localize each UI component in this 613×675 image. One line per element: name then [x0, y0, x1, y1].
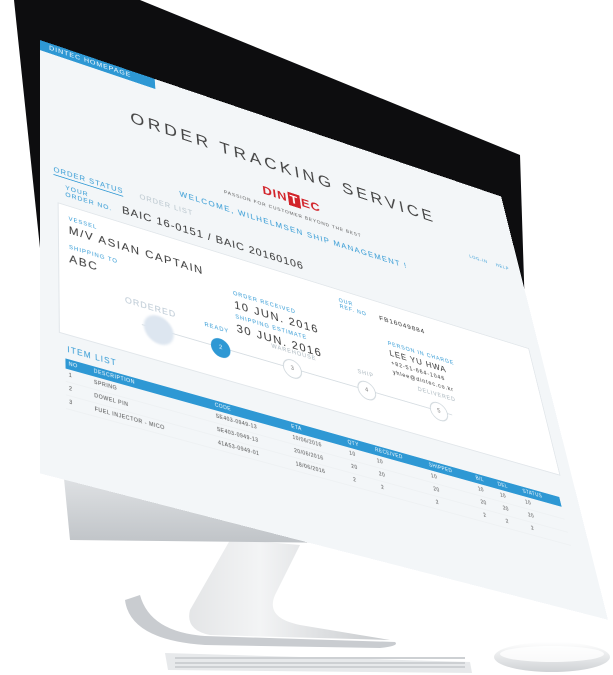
step-dot-ready: 2	[210, 335, 232, 361]
step-dot-ship: 4	[356, 378, 378, 403]
login-link[interactable]: LOG-IN	[469, 254, 489, 265]
ref-value: FB16049884	[378, 313, 426, 336]
help-link[interactable]: HELP	[496, 263, 511, 272]
step-dot-warehouse: 3	[281, 356, 304, 382]
step-dot-delivered: 5	[428, 399, 450, 424]
logo-part-3: EC	[300, 195, 322, 216]
logo-part-1: DIN	[261, 183, 289, 205]
logo-part-2: T	[287, 191, 302, 209]
